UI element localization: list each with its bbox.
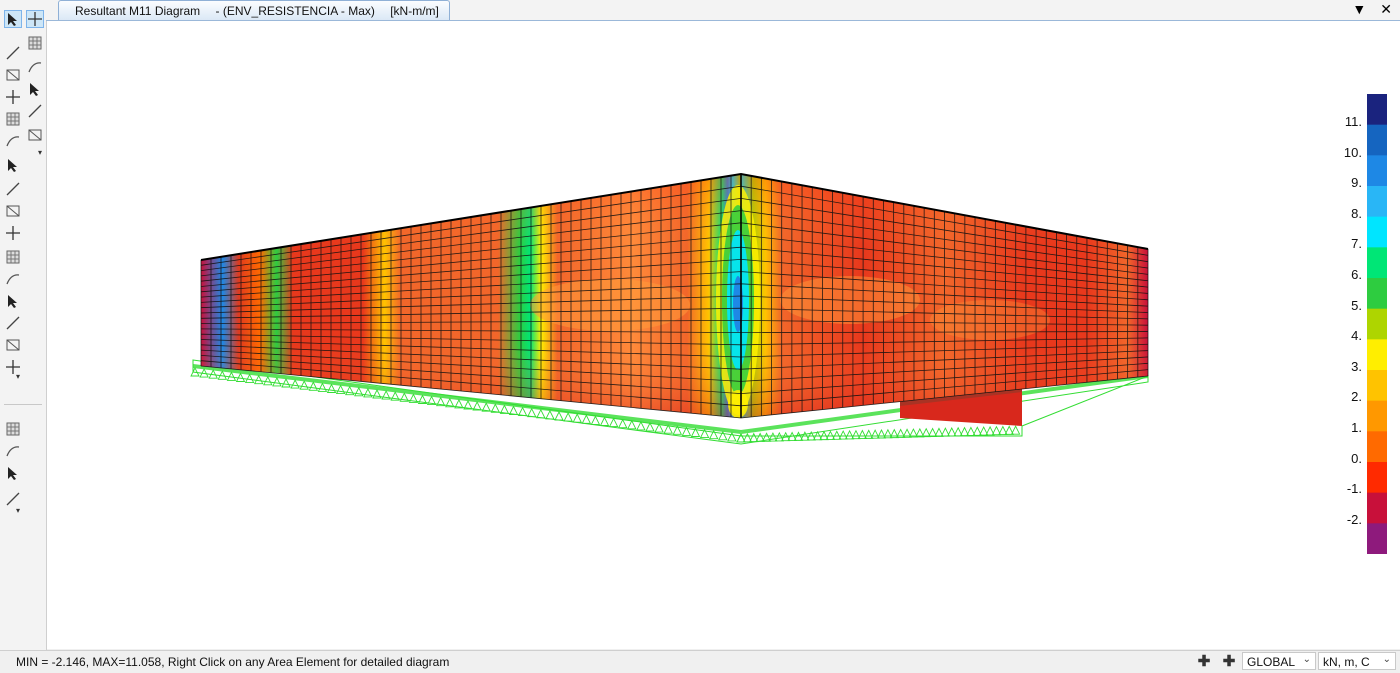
support-icon[interactable] xyxy=(26,58,44,76)
wall-stack-icon[interactable] xyxy=(26,34,44,52)
legend-swatch xyxy=(1367,400,1387,432)
legend-label: -1. xyxy=(1346,481,1362,497)
legend-color-bar xyxy=(1367,94,1387,554)
legend-label: 4. xyxy=(1351,328,1362,344)
legend-label: 2. xyxy=(1351,389,1362,405)
status-bar: MIN = -2.146, MAX=11.058, Right Click on… xyxy=(0,650,1400,673)
overflow-arrow-icon[interactable]: ▾ xyxy=(38,148,42,157)
legend-swatch xyxy=(1367,186,1387,218)
trim-extend-icon[interactable] xyxy=(4,224,22,242)
pin-support-icon[interactable] xyxy=(26,126,44,144)
grid-select-icon[interactable] xyxy=(4,420,22,438)
legend-label: 3. xyxy=(1351,358,1362,374)
tab-title: Resultant M11 Diagram xyxy=(75,4,201,18)
legend-swatch xyxy=(1367,462,1387,494)
document-tab-strip: Resultant M11 Diagram - (ENV_RESISTENCIA… xyxy=(46,0,1400,21)
add-icon[interactable]: ✚ xyxy=(1219,653,1239,670)
legend-label: 10. xyxy=(1343,144,1362,160)
legend-label: 6. xyxy=(1351,267,1362,282)
fixed-support-icon[interactable] xyxy=(26,102,44,120)
model-viewport[interactable] xyxy=(47,21,1400,649)
select-move-icon[interactable] xyxy=(4,44,22,62)
toolbar-divider xyxy=(4,404,42,405)
legend-label: 8. xyxy=(1351,205,1362,221)
area-draw-icon[interactable] xyxy=(4,202,22,220)
legend-label: 0. xyxy=(1351,450,1362,466)
area-grid-icon[interactable] xyxy=(4,248,22,266)
legend-swatch xyxy=(1367,339,1387,371)
intersect-icon[interactable] xyxy=(4,132,22,150)
units-value: kN, m, C xyxy=(1323,655,1370,669)
legend-label: 7. xyxy=(1351,236,1362,252)
shell-icon[interactable] xyxy=(4,314,22,332)
legend-swatch xyxy=(1367,94,1387,126)
contour-legend: 11. 10. 9. 8. 7. 6. 5. 4. 3. 2. 1. 0. -1. -2. xyxy=(1320,94,1400,554)
spring-icon[interactable] xyxy=(4,464,22,482)
overflow-arrow-icon[interactable]: ▾ xyxy=(16,506,20,515)
tab-resultant-diagram[interactable]: Resultant M11 Diagram - (ENV_RESISTENCIA… xyxy=(58,0,450,20)
chevron-down-icon[interactable]: ▼ xyxy=(1352,1,1366,17)
join-icon[interactable] xyxy=(26,10,44,28)
link-icon[interactable] xyxy=(4,442,22,460)
legend-swatch xyxy=(1367,523,1387,554)
chevron-down-icon: ⌄ xyxy=(1302,654,1311,665)
legend-swatch xyxy=(1367,308,1387,340)
close-icon[interactable]: ✕ xyxy=(1380,1,1392,17)
line-draw-icon[interactable] xyxy=(4,156,22,174)
add-icon[interactable]: ✚ xyxy=(1194,653,1214,670)
legend-label: 9. xyxy=(1351,175,1362,191)
units-select[interactable]: kN, m, C ⌄ xyxy=(1318,652,1396,670)
slab-icon[interactable] xyxy=(4,336,22,354)
legend-label: 1. xyxy=(1351,420,1362,435)
contour-diagram[interactable] xyxy=(47,21,1400,649)
overflow-arrow-icon[interactable]: ▾ xyxy=(16,372,20,381)
tab-load-case: - (ENV_RESISTENCIA - Max) xyxy=(215,4,375,18)
legend-swatch xyxy=(1367,278,1387,310)
frame-section-icon[interactable] xyxy=(4,110,22,128)
restraint-icon[interactable] xyxy=(26,80,44,98)
legend-swatch xyxy=(1367,370,1387,402)
chevron-down-icon: ⌄ xyxy=(1382,654,1391,665)
left-toolbar: ▾ ▾ ▾ xyxy=(0,0,47,650)
legend-swatch xyxy=(1367,155,1387,187)
legend-label: 11. xyxy=(1344,114,1362,129)
coord-system-select[interactable]: GLOBAL ⌄ xyxy=(1242,652,1316,670)
legend-swatch xyxy=(1367,216,1387,248)
zoom-window-icon[interactable] xyxy=(4,88,22,106)
legend-swatch xyxy=(1367,492,1387,524)
legend-swatch xyxy=(1367,124,1387,156)
replicate-icon[interactable] xyxy=(4,292,22,310)
status-message: MIN = -2.146, MAX=11.058, Right Click on… xyxy=(16,655,450,669)
pencil-draw-icon[interactable] xyxy=(4,66,22,84)
coord-system-value: GLOBAL xyxy=(1247,655,1296,669)
mesh-icon[interactable] xyxy=(4,270,22,288)
legend-swatch xyxy=(1367,247,1387,279)
pointer-icon[interactable] xyxy=(4,10,22,28)
tab-units: [kN-m/m] xyxy=(390,4,439,18)
pan-move-icon[interactable] xyxy=(4,180,22,198)
legend-label: 5. xyxy=(1351,297,1362,313)
legend-label: -2. xyxy=(1346,511,1362,527)
legend-swatch xyxy=(1367,431,1387,463)
